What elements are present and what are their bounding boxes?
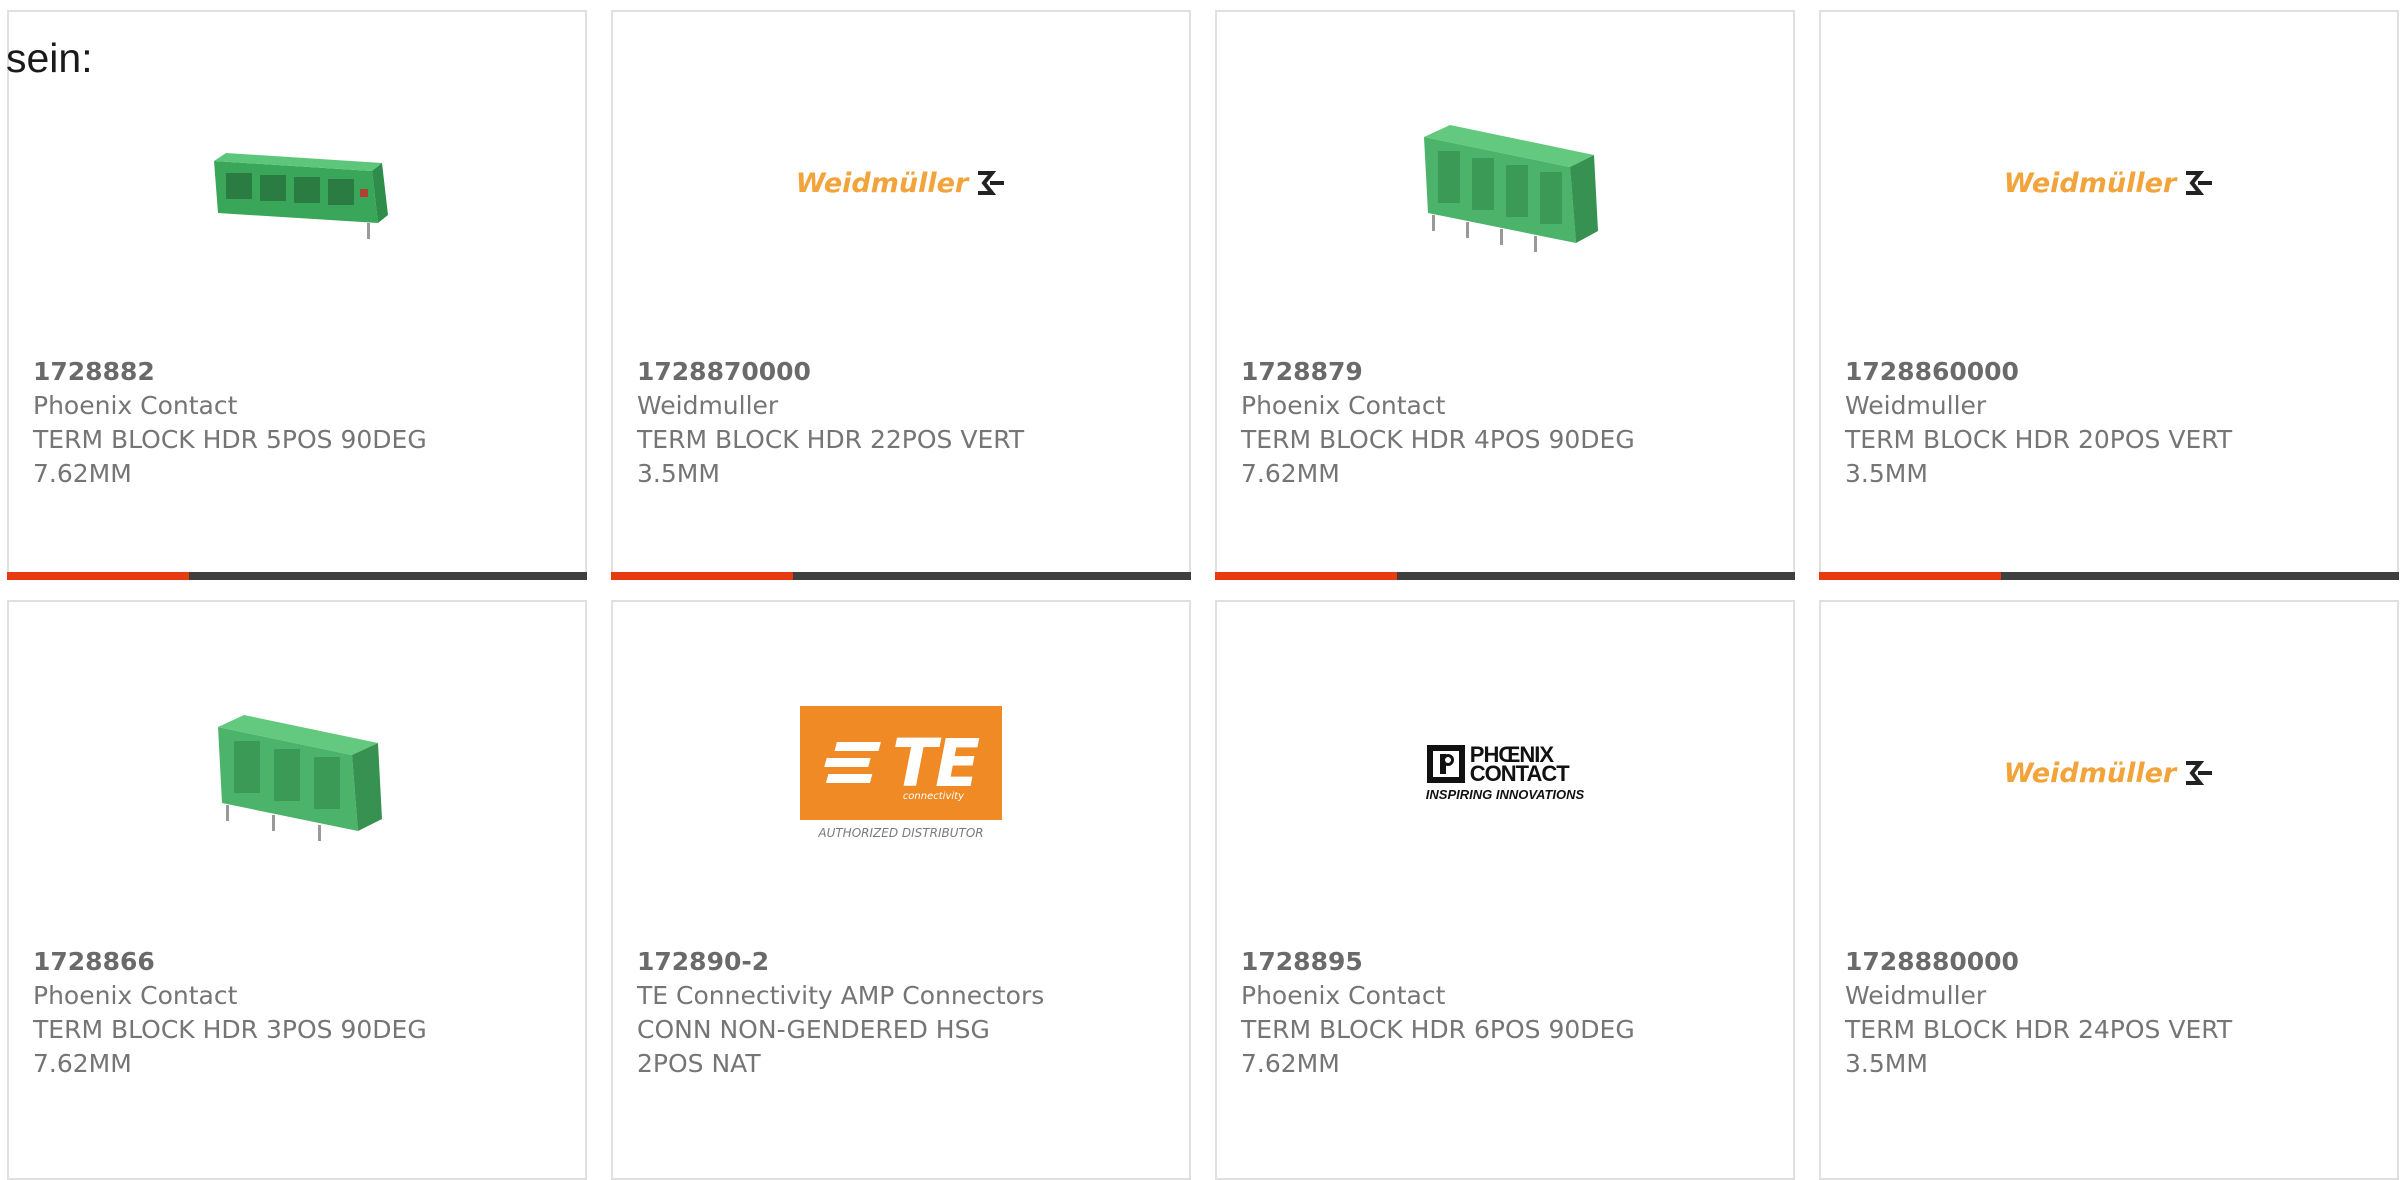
description-line2: 7.62MM — [1241, 459, 1340, 488]
card-bottom-bar — [611, 572, 1191, 580]
manufacturer: Weidmuller — [1845, 981, 1987, 1010]
product-image[interactable] — [1404, 82, 1606, 284]
terminal-block-image — [214, 153, 388, 239]
product-grid: 1728882 Phoenix Contact TERM BLOCK HDR 5… — [0, 0, 2400, 1180]
description: TERM BLOCK HDR 6POS 90DEG — [1241, 1015, 1635, 1044]
card-bottom-bar — [1215, 572, 1795, 580]
part-number[interactable]: 1728879 — [1241, 355, 1769, 389]
product-info: 1728870000 Weidmuller TERM BLOCK HDR 22P… — [637, 355, 1165, 491]
product-image[interactable]: Weidmüller — [2004, 82, 2213, 284]
logo-text: Weidmüller — [795, 167, 969, 199]
description-line2: 7.62MM — [33, 459, 132, 488]
accent-bar — [1215, 572, 1397, 580]
weidmuller-mark-icon — [978, 171, 1005, 195]
te-stripes-icon — [824, 742, 881, 783]
description-line2: 3.5MM — [1845, 1049, 1928, 1078]
product-card[interactable]: 1728879 Phoenix Contact TERM BLOCK HDR 4… — [1215, 10, 1795, 580]
weidmuller-logo: Weidmüller — [2004, 168, 2214, 199]
phoenix-mark-icon — [1426, 745, 1465, 783]
description: TERM BLOCK HDR 24POS VERT — [1845, 1015, 2233, 1044]
product-card[interactable]: 1728866 Phoenix Contact TERM BLOCK HDR 3… — [7, 600, 587, 1180]
weidmuller-logo: Weidmüller — [2004, 758, 2214, 789]
product-info: 1728879 Phoenix Contact TERM BLOCK HDR 4… — [1241, 355, 1769, 491]
description: TERM BLOCK HDR 3POS 90DEG — [33, 1015, 427, 1044]
logo-text: Weidmüller — [2003, 757, 2177, 789]
manufacturer: Phoenix Contact — [33, 391, 238, 420]
phoenix-contact-logo: PHŒNIX CONTACT INSPIRING INNOVATIONS — [1425, 744, 1585, 803]
manufacturer: Phoenix Contact — [33, 981, 238, 1010]
manufacturer: Weidmuller — [1845, 391, 1987, 420]
description: TERM BLOCK HDR 5POS 90DEG — [33, 425, 427, 454]
product-card[interactable]: PHŒNIX CONTACT INSPIRING INNOVATIONS 172… — [1215, 600, 1795, 1180]
product-info: 1728866 Phoenix Contact TERM BLOCK HDR 3… — [33, 945, 561, 1081]
part-number[interactable]: 1728882 — [33, 355, 561, 389]
manufacturer: Weidmuller — [637, 391, 779, 420]
product-card[interactable]: Weidmüller 1728860000 Weidmuller TERM BL… — [1819, 10, 2399, 580]
te-connectivity-logo: TE connectivity AUTHORIZED DISTRIBUTOR — [800, 706, 1002, 840]
part-number[interactable]: 172890-2 — [637, 945, 1165, 979]
description-line2: 2POS NAT — [637, 1049, 761, 1078]
terminal-block-image — [218, 715, 382, 841]
manufacturer: Phoenix Contact — [1241, 391, 1446, 420]
product-info: 1728895 Phoenix Contact TERM BLOCK HDR 6… — [1241, 945, 1769, 1081]
product-image[interactable]: Weidmüller — [796, 82, 1005, 284]
part-number[interactable]: 1728860000 — [1845, 355, 2373, 389]
accent-bar — [1819, 572, 2001, 580]
logo-text: Weidmüller — [2003, 167, 2177, 199]
accent-bar — [7, 572, 189, 580]
part-number[interactable]: 1728880000 — [1845, 945, 2373, 979]
product-info: 1728860000 Weidmuller TERM BLOCK HDR 20P… — [1845, 355, 2373, 491]
te-logo-caption: AUTHORIZED DISTRIBUTOR — [818, 826, 984, 840]
weidmuller-mark-icon — [2186, 761, 2213, 785]
part-number[interactable]: 1728895 — [1241, 945, 1769, 979]
card-bottom-bar — [1819, 572, 2399, 580]
intro-text: sein: — [6, 35, 93, 81]
product-info: 1728882 Phoenix Contact TERM BLOCK HDR 5… — [33, 355, 561, 491]
part-number[interactable]: 1728870000 — [637, 355, 1165, 389]
phoenix-logo-text-2: CONTACT — [1469, 761, 1570, 786]
description: TERM BLOCK HDR 22POS VERT — [637, 425, 1025, 454]
description: TERM BLOCK HDR 20POS VERT — [1845, 425, 2233, 454]
product-info: 172890-2 TE Connectivity AMP Connectors … — [637, 945, 1165, 1081]
te-logo-text: TE — [891, 724, 980, 802]
card-bottom-bar — [7, 572, 587, 580]
product-card[interactable]: 1728882 Phoenix Contact TERM BLOCK HDR 5… — [7, 10, 587, 580]
terminal-block-image — [1424, 125, 1598, 252]
te-logo-subtext: connectivity — [902, 791, 964, 802]
description-line2: 3.5MM — [1845, 459, 1928, 488]
product-card[interactable]: Weidmüller 1728870000 Weidmuller TERM BL… — [611, 10, 1191, 580]
product-card[interactable]: TE connectivity AUTHORIZED DISTRIBUTOR 1… — [611, 600, 1191, 1180]
product-image[interactable] — [196, 672, 398, 874]
accent-bar — [611, 572, 793, 580]
description: CONN NON-GENDERED HSG — [637, 1015, 990, 1044]
product-image[interactable]: PHŒNIX CONTACT INSPIRING INNOVATIONS — [1404, 672, 1606, 874]
product-image[interactable] — [196, 82, 398, 284]
description-line2: 3.5MM — [637, 459, 720, 488]
product-image[interactable]: TE connectivity AUTHORIZED DISTRIBUTOR — [800, 672, 1002, 874]
manufacturer: Phoenix Contact — [1241, 981, 1446, 1010]
phoenix-logo-tagline: INSPIRING INNOVATIONS — [1425, 787, 1585, 802]
product-image[interactable]: Weidmüller — [2004, 672, 2213, 874]
manufacturer: TE Connectivity AMP Connectors — [637, 981, 1045, 1010]
description: TERM BLOCK HDR 4POS 90DEG — [1241, 425, 1635, 454]
te-logo-box: TE connectivity — [800, 706, 1002, 820]
description-line2: 7.62MM — [33, 1049, 132, 1078]
part-number[interactable]: 1728866 — [33, 945, 561, 979]
weidmuller-logo: Weidmüller — [796, 168, 1006, 199]
description-line2: 7.62MM — [1241, 1049, 1340, 1078]
product-info: 1728880000 Weidmuller TERM BLOCK HDR 24P… — [1845, 945, 2373, 1081]
weidmuller-mark-icon — [2186, 171, 2213, 195]
product-card[interactable]: Weidmüller 1728880000 Weidmuller TERM BL… — [1819, 600, 2399, 1180]
